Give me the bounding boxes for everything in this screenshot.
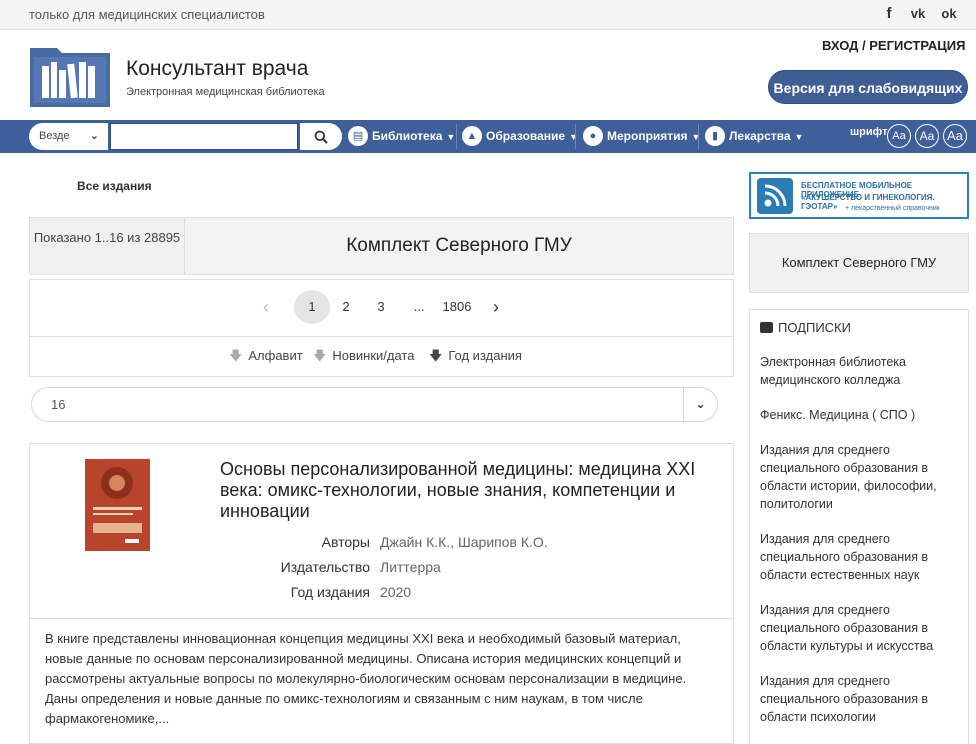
subscription-item[interactable]: Издания для среднего специального образо… — [760, 672, 956, 726]
subscription-item[interactable]: Феникс. Медицина ( СПО ) — [760, 406, 956, 424]
facebook-icon[interactable]: f — [880, 5, 898, 23]
collection-title: Комплект Северного ГМУ — [185, 217, 734, 275]
font-size-label: шрифт — [850, 126, 888, 138]
field-value: Джайн К.К., Шарипов К.О. — [380, 534, 548, 550]
top-strip: только для медицинских специалистов f vk… — [0, 0, 976, 30]
book-icon: ▤ — [348, 125, 368, 146]
subscription-item[interactable]: Издания для среднего специального образо… — [760, 441, 956, 513]
person-icon: ● — [583, 125, 603, 146]
caret-down-icon: ▼ — [569, 132, 579, 142]
subscriptions-heading: ПОДПИСКИ — [760, 320, 851, 335]
sidebar-collection[interactable]: Комплект Северного ГМУ — [749, 233, 969, 293]
rss-icon — [757, 178, 793, 214]
nav-education[interactable]: ▲ Образование ▼ — [462, 120, 578, 153]
site-subtitle: Электронная медицинская библиотека — [126, 86, 325, 98]
breadcrumb[interactable]: Все издания — [77, 179, 152, 193]
caret-down-icon: ▼ — [691, 132, 701, 142]
nav-drugs[interactable]: ▮ Лекарства ▼ — [705, 120, 803, 153]
sort-year[interactable]: 🡇 Год издания — [429, 347, 522, 369]
odnoklassniki-icon[interactable]: ok — [940, 5, 958, 23]
sort-alphabet-label: Алфавит — [248, 348, 303, 363]
medkit-icon — [760, 322, 773, 333]
nav-education-label: Образование — [486, 129, 566, 143]
book-card: Основы персонализированной медицины: мед… — [29, 443, 734, 744]
sort-bar: 🡇 Алфавит 🡇 Новинки/дата 🡇 Год издания — [29, 337, 734, 377]
main-nav: Везде ⌄ ▤ Библиотека ▼ ▲ Образование ▼ ● Меро… — [0, 120, 976, 153]
mobile-app-promo-banner[interactable]: БЕСПЛАТНОЕ МОБИЛЬНОЕ ПРИЛОЖЕНИЕ «АКУШЕРС… — [749, 172, 969, 219]
logo-icon[interactable] — [29, 44, 111, 108]
field-value: Литтерра — [380, 559, 441, 575]
nav-divider — [575, 124, 576, 149]
subscription-item[interactable]: Издания для среднего специального образо… — [760, 601, 956, 655]
graduation-cap-icon: ▲ — [462, 125, 482, 146]
book-title[interactable]: Основы персонализированной медицины: мед… — [220, 459, 720, 522]
site-title[interactable]: Консультант врача — [126, 57, 308, 81]
search-input[interactable] — [110, 123, 298, 150]
page-link[interactable]: 1806 — [435, 290, 479, 324]
nav-library-label: Библиотека — [372, 129, 443, 143]
search-button[interactable] — [300, 123, 342, 150]
search-scope-value: Везде — [39, 130, 70, 142]
page-link[interactable]: 2 — [328, 290, 364, 324]
field-label: Издательство — [280, 559, 370, 575]
nav-events-label: Мероприятия — [607, 129, 688, 143]
page-link[interactable]: 3 — [363, 290, 399, 324]
subscription-item[interactable]: Издания для среднего специального образо… — [760, 530, 956, 584]
sort-alphabet[interactable]: 🡇 Алфавит — [229, 347, 303, 369]
login-register-link[interactable]: ВХОД / РЕГИСТРАЦИЯ — [822, 38, 965, 53]
font-medium-button[interactable]: Aa — [915, 124, 939, 148]
nav-events[interactable]: ● Мероприятия ▼ — [583, 120, 700, 153]
nav-divider — [456, 124, 457, 149]
field-value: 2020 — [380, 584, 412, 600]
field-label: Год издания — [290, 584, 370, 600]
page-link[interactable]: 1 — [294, 290, 330, 324]
per-page-value: 16 — [51, 397, 66, 412]
subscriptions-panel: ПОДПИСКИ Электронная библиотека медицинс… — [749, 309, 969, 744]
subscriptions-title: ПОДПИСКИ — [778, 320, 851, 335]
nav-library[interactable]: ▤ Библиотека ▼ — [348, 120, 455, 153]
field-label: Авторы — [321, 534, 370, 550]
search-scope-select[interactable]: Везде ⌄ — [29, 123, 108, 150]
arrow-down-icon: 🡇 — [229, 348, 243, 363]
pagination: ‹ 1 2 3 ... 1806 › — [29, 279, 734, 337]
per-page-select[interactable]: 16 ⌄ — [31, 387, 718, 422]
accessibility-version-button[interactable]: Версия для слабовидящих — [768, 70, 968, 104]
font-large-button[interactable]: Aa — [943, 124, 967, 148]
arrow-down-icon: 🡇 — [313, 348, 327, 363]
book-cover-image[interactable] — [85, 459, 150, 551]
subscription-item[interactable]: Электронная библиотека медицинского колл… — [760, 353, 956, 389]
page-ellipsis: ... — [413, 299, 425, 314]
results-count: Показано 1..16 из 28895 — [29, 217, 185, 275]
font-small-button[interactable]: Aa — [887, 124, 911, 148]
sort-new-label: Новинки/дата — [332, 348, 415, 363]
caret-down-icon: ▼ — [794, 132, 804, 142]
arrow-down-icon: 🡇 — [429, 348, 443, 363]
promo-line-3: + лекарственный справочник — [845, 205, 940, 212]
medicine-bottle-icon: ▮ — [705, 125, 725, 146]
nav-drugs-label: Лекарства — [729, 129, 791, 143]
nav-divider — [698, 124, 699, 149]
search-icon — [314, 130, 328, 144]
sort-new[interactable]: 🡇 Новинки/дата — [313, 347, 414, 369]
prev-page-icon: ‹ — [263, 297, 269, 317]
sort-year-label: Год издания — [448, 348, 522, 363]
book-description: В книге представлены инновационная конце… — [30, 618, 733, 744]
next-page-icon[interactable]: › — [478, 290, 514, 324]
specialists-note: только для медицинских специалистов — [29, 7, 265, 22]
caret-down-icon: ▼ — [446, 132, 456, 142]
chevron-down-icon: ⌄ — [683, 388, 717, 421]
vk-icon[interactable]: vk — [906, 5, 930, 23]
chevron-down-icon: ⌄ — [89, 130, 99, 142]
